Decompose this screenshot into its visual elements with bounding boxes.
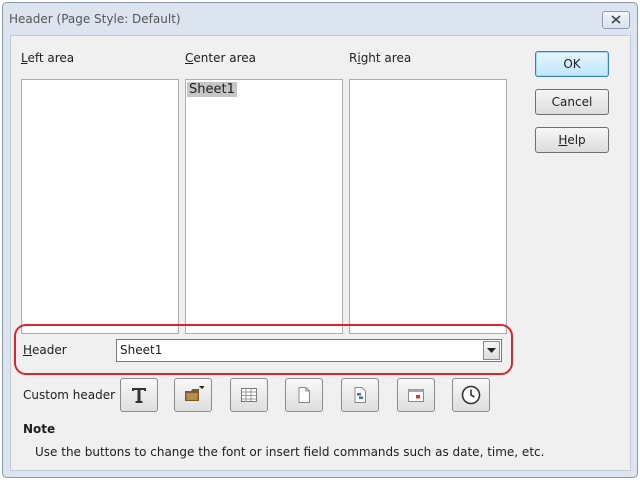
text-attributes-icon	[132, 388, 146, 403]
sheet-name-icon	[241, 388, 257, 402]
header-select-value: Sheet1	[120, 343, 163, 357]
note-heading: Note	[23, 422, 56, 436]
left-area-label: Left area	[21, 51, 75, 65]
left-area-label-text: eft area	[27, 51, 75, 65]
close-icon	[611, 15, 621, 24]
close-button[interactable]	[602, 11, 630, 29]
center-area-editor[interactable]: Sheet1	[185, 79, 343, 334]
center-area-label-text: enter area	[193, 51, 256, 65]
chevron-down-icon	[487, 348, 496, 353]
center-area-label: Center area	[185, 51, 256, 65]
time-icon	[461, 385, 481, 405]
window-title: Header (Page Style: Default)	[9, 12, 181, 26]
sheet-name-button[interactable]	[230, 378, 268, 412]
dialog-body: Left area Center area Right area Sheet1 …	[10, 35, 631, 471]
header-select[interactable]: Sheet1	[116, 339, 502, 362]
time-button[interactable]	[452, 378, 490, 412]
help-button-label: elp	[567, 133, 586, 147]
title-bar: Header (Page Style: Default)	[3, 3, 637, 35]
pages-icon	[354, 387, 366, 403]
header-label: Header	[23, 343, 67, 357]
file-name-button[interactable]	[174, 378, 212, 412]
note-text: Use the buttons to change the font or in…	[35, 445, 545, 459]
cancel-button[interactable]: Cancel	[535, 89, 609, 115]
help-button[interactable]: Help	[535, 127, 609, 153]
ok-button[interactable]: OK	[535, 51, 609, 77]
header-select-dropdown-button[interactable]	[483, 341, 500, 360]
left-area-editor[interactable]	[21, 79, 179, 334]
text-attributes-button[interactable]	[120, 378, 158, 412]
page-icon	[298, 387, 310, 403]
right-area-label: Right area	[349, 51, 412, 65]
right-area-editor[interactable]	[349, 79, 507, 334]
header-label-text: eader	[32, 343, 67, 357]
header-dialog: Header (Page Style: Default) Left area C…	[2, 2, 638, 478]
date-icon	[408, 389, 424, 402]
right-area-label-text: ght area	[360, 51, 412, 65]
date-button[interactable]	[397, 378, 435, 412]
center-area-text: Sheet1	[187, 82, 237, 97]
page-button[interactable]	[285, 378, 323, 412]
pages-button[interactable]	[341, 378, 379, 412]
file-name-icon	[185, 386, 204, 401]
custom-header-label: Custom header	[23, 388, 116, 402]
